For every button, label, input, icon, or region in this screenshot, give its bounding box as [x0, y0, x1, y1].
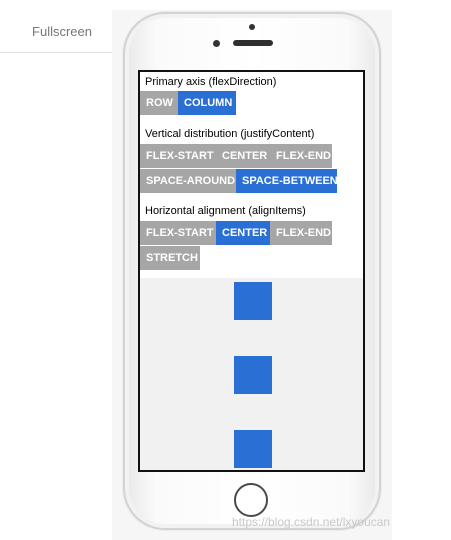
option-row-button[interactable]: ROW: [140, 91, 178, 115]
option-column-button[interactable]: COLUMN: [178, 91, 236, 115]
justify-flex-end-button[interactable]: FLEX-END: [270, 144, 332, 168]
justify-space-between-button[interactable]: SPACE-BETWEEN: [236, 169, 338, 193]
justify-flex-start-button[interactable]: FLEX-START: [140, 144, 216, 168]
watermark-text: https://blog.csdn.net/lxyoucan: [232, 515, 391, 529]
align-flex-end-button[interactable]: FLEX-END: [270, 221, 332, 245]
preview-box: [234, 356, 272, 394]
align-stretch-button[interactable]: STRETCH: [140, 246, 200, 270]
preview-box: [234, 430, 272, 468]
sensor-icon: [213, 40, 220, 47]
earpiece-speaker: [233, 40, 273, 46]
justify-space-around-button[interactable]: SPACE-AROUND: [140, 169, 236, 193]
justify-content-label: Vertical distribution (justifyContent): [145, 128, 315, 140]
app-screen: Primary axis (flexDirection) ROW COLUMN …: [138, 70, 365, 472]
home-button[interactable]: [234, 483, 268, 517]
align-items-label: Horizontal alignment (alignItems): [145, 205, 306, 217]
fullscreen-tab[interactable]: Fullscreen: [0, 0, 112, 53]
flex-direction-label: Primary axis (flexDirection): [145, 76, 277, 88]
layout-preview-area: [140, 278, 363, 470]
justify-center-button[interactable]: CENTER: [216, 144, 270, 168]
align-flex-start-button[interactable]: FLEX-START: [140, 221, 216, 245]
align-center-button[interactable]: CENTER: [216, 221, 270, 245]
preview-box: [234, 282, 272, 320]
front-camera-icon: [249, 24, 255, 30]
fullscreen-tab-label: Fullscreen: [32, 24, 92, 39]
